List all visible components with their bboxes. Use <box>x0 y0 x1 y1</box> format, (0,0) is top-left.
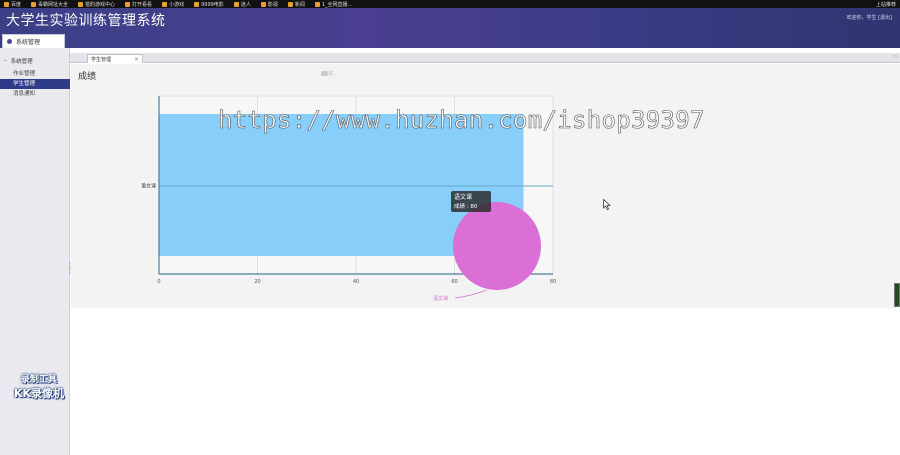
bookmark-icon <box>194 1 200 7</box>
bookmark-item[interactable]: 打开看看 <box>125 1 152 8</box>
bookmark-item[interactable]: 9999电影 <box>194 1 224 8</box>
pie-label-line <box>454 289 488 299</box>
sidebar-head-label: 系统管理 <box>16 39 41 46</box>
bookmark-label: 1_全网直播... <box>321 1 353 8</box>
bookmark-item[interactable]: 小游戏 <box>162 1 184 8</box>
tab-student-management[interactable]: 学生管理 × <box>87 54 143 63</box>
bookmark-icon <box>78 1 84 7</box>
side-indicator <box>894 283 900 307</box>
y-category-label: 语文课 <box>141 183 156 190</box>
bookmark-label: 打开看看 <box>132 1 153 8</box>
app-title: 大学生实验训练管理系统 <box>6 13 166 29</box>
sidebar-accordion-header[interactable]: 系统管理 <box>2 34 65 48</box>
bookmark-label: 9999电影 <box>201 1 224 8</box>
x-tick-label: 0 <box>157 279 160 285</box>
bookmark-item[interactable]: 影视 <box>260 1 278 8</box>
close-icon[interactable]: × <box>134 56 139 63</box>
bookmark-icon <box>233 1 239 7</box>
bookmark-label: 影视 <box>267 1 278 8</box>
mouse-cursor-icon <box>603 199 611 210</box>
app-header: 大学生实验训练管理系统 欢迎你，学生 [退出] <box>0 8 900 48</box>
x-tick-label: 40 <box>353 279 359 285</box>
x-tick-label: 20 <box>254 279 260 285</box>
bookmark-item[interactable]: 1_全网直播... <box>314 1 353 8</box>
bookmark-item[interactable]: 新闻 <box>287 1 305 8</box>
bookmark-label: 毒霸网址大全 <box>38 1 69 8</box>
bookmark-icon <box>125 1 131 7</box>
sidebar-item-homework[interactable]: 作业管理 <box>0 69 70 79</box>
x-tick-label: 60 <box>451 279 457 285</box>
blank-area <box>71 308 900 455</box>
recorder-badge: 录制工具 KK录像机 <box>14 372 64 401</box>
x-tick-label: 80 <box>550 279 556 285</box>
content-panel: 成绩 0 20 40 60 80 语文课 成... 语文课 语文课 成绩 : 80 <box>71 64 900 308</box>
bookmark-label: 上站推荐 <box>875 2 896 8</box>
tab-bar: 学生管理 × ▭ <box>70 53 900 63</box>
tab-menu-icon[interactable]: ▭ <box>893 54 898 60</box>
sidebar-item-notifications[interactable]: 消息通知 <box>0 89 70 99</box>
bookmark-icon <box>260 1 266 7</box>
bookmark-item[interactable]: 百度 <box>4 1 21 8</box>
sidebar-item-students[interactable]: 学生管理 <box>0 79 70 89</box>
bookmark-icon <box>31 1 37 7</box>
bookmark-label: 迷人 <box>240 1 251 8</box>
bookmark-label: 小游戏 <box>169 1 185 8</box>
recorder-line2: KK录像机 <box>14 387 65 400</box>
recorder-line1: 录制工具 <box>21 375 58 385</box>
collapse-icon: − <box>3 58 8 64</box>
bookmark-label: 猎豹游戏中心 <box>85 1 116 8</box>
sidebar-group-label: 系统管理 <box>10 59 33 65</box>
legend-swatch <box>321 71 328 76</box>
bookmark-icon <box>314 1 320 7</box>
sidebar-group[interactable]: − 系统管理 <box>3 57 33 65</box>
bookmark-right[interactable]: 上站推荐 <box>874 1 896 8</box>
pie-label: 语文课 <box>433 295 448 302</box>
bookmark-icon <box>4 1 9 7</box>
bookmark-item[interactable]: 猎豹游戏中心 <box>78 1 115 8</box>
bookmark-label: 新闻 <box>294 1 305 8</box>
bookmarks-bar: 百度 毒霸网址大全 猎豹游戏中心 打开看看 小游戏 9999电影 迷人 影视 新闻 1_全网直播.… <box>0 0 900 8</box>
sidebar-items: 作业管理 学生管理 消息通知 <box>0 69 70 99</box>
bookmark-icon <box>162 1 168 7</box>
score-chart: 0 20 40 60 80语文课成...语文课语文课成绩 : 80 <box>141 70 556 302</box>
bookmark-label: 百度 <box>11 1 22 8</box>
tooltip-value: 成绩 : 80 <box>454 202 478 210</box>
tooltip-title: 语文课 <box>454 193 472 201</box>
watermark: https://www.huzhan.com/ishop39397 <box>218 106 705 135</box>
pie-slice <box>453 202 541 290</box>
welcome-logout[interactable]: 欢迎你，学生 [退出] <box>847 14 893 21</box>
system-icon <box>7 39 12 44</box>
bookmark-icon <box>287 1 293 7</box>
bookmark-item[interactable]: 迷人 <box>233 1 251 8</box>
legend-entry: 成... <box>328 70 338 77</box>
bookmark-item[interactable]: 毒霸网址大全 <box>31 1 68 8</box>
tab-label: 学生管理 <box>91 56 112 63</box>
